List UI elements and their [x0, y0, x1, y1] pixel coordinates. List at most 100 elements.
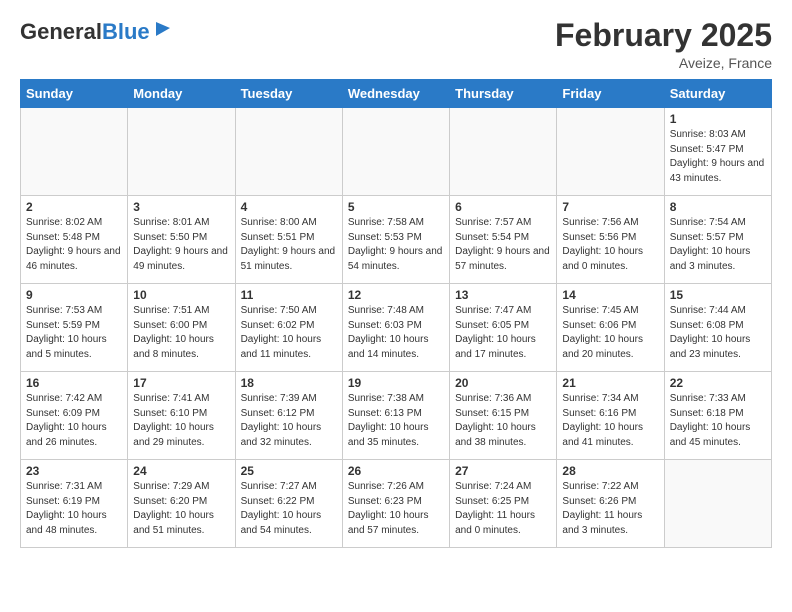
day-info: Sunrise: 7:54 AM Sunset: 5:57 PM Dayligh… [670, 216, 766, 274]
day-number: 22 [670, 376, 766, 390]
calendar-cell: 3 Sunrise: 8:01 AM Sunset: 5:50 PM Daylig… [128, 196, 235, 284]
day-number: 24 [133, 464, 229, 478]
day-number: 19 [348, 376, 444, 390]
calendar-cell [342, 108, 449, 196]
day-info: Sunrise: 8:03 AM Sunset: 5:47 PM Dayligh… [670, 128, 766, 186]
weekday-thursday: Thursday [450, 80, 557, 108]
day-number: 18 [241, 376, 337, 390]
calendar-cell: 27 Sunrise: 7:24 AM Sunset: 6:25 PM Dayli… [450, 460, 557, 548]
day-info: Sunrise: 7:31 AM Sunset: 6:19 PM Dayligh… [26, 480, 122, 538]
day-number: 11 [241, 288, 337, 302]
day-info: Sunrise: 7:47 AM Sunset: 6:05 PM Dayligh… [455, 304, 551, 362]
day-number: 4 [241, 200, 337, 214]
day-info: Sunrise: 7:53 AM Sunset: 5:59 PM Dayligh… [26, 304, 122, 362]
calendar-cell: 19 Sunrise: 7:38 AM Sunset: 6:13 PM Dayli… [342, 372, 449, 460]
calendar-cell: 22 Sunrise: 7:33 AM Sunset: 6:18 PM Dayli… [664, 372, 771, 460]
day-number: 17 [133, 376, 229, 390]
calendar-cell [450, 108, 557, 196]
day-number: 27 [455, 464, 551, 478]
day-number: 1 [670, 112, 766, 126]
logo-general: GeneralBlue [20, 21, 150, 43]
calendar-week-4: 23 Sunrise: 7:31 AM Sunset: 6:19 PM Dayli… [21, 460, 772, 548]
day-number: 12 [348, 288, 444, 302]
day-number: 13 [455, 288, 551, 302]
calendar-cell: 25 Sunrise: 7:27 AM Sunset: 6:22 PM Dayli… [235, 460, 342, 548]
day-number: 15 [670, 288, 766, 302]
day-info: Sunrise: 8:00 AM Sunset: 5:51 PM Dayligh… [241, 216, 337, 274]
day-number: 14 [562, 288, 658, 302]
day-number: 5 [348, 200, 444, 214]
calendar-cell: 13 Sunrise: 7:47 AM Sunset: 6:05 PM Dayli… [450, 284, 557, 372]
day-number: 2 [26, 200, 122, 214]
day-info: Sunrise: 7:38 AM Sunset: 6:13 PM Dayligh… [348, 392, 444, 450]
day-info: Sunrise: 7:36 AM Sunset: 6:15 PM Dayligh… [455, 392, 551, 450]
calendar-cell: 23 Sunrise: 7:31 AM Sunset: 6:19 PM Dayli… [21, 460, 128, 548]
calendar-cell: 4 Sunrise: 8:00 AM Sunset: 5:51 PM Daylig… [235, 196, 342, 284]
calendar-week-2: 9Sunrise: 7:53 AM Sunset: 5:59 PM Daylig… [21, 284, 772, 372]
day-number: 28 [562, 464, 658, 478]
day-info: Sunrise: 7:27 AM Sunset: 6:22 PM Dayligh… [241, 480, 337, 538]
day-number: 16 [26, 376, 122, 390]
calendar-cell: 14 Sunrise: 7:45 AM Sunset: 6:06 PM Dayli… [557, 284, 664, 372]
day-info: Sunrise: 7:24 AM Sunset: 6:25 PM Dayligh… [455, 480, 551, 538]
day-number: 23 [26, 464, 122, 478]
day-info: Sunrise: 7:58 AM Sunset: 5:53 PM Dayligh… [348, 216, 444, 274]
calendar-cell: 1 Sunrise: 8:03 AM Sunset: 5:47 PM Daylig… [664, 108, 771, 196]
day-info: Sunrise: 7:50 AM Sunset: 6:02 PM Dayligh… [241, 304, 337, 362]
day-info: Sunrise: 7:39 AM Sunset: 6:12 PM Dayligh… [241, 392, 337, 450]
calendar-cell [664, 460, 771, 548]
day-number: 3 [133, 200, 229, 214]
day-info: Sunrise: 7:56 AM Sunset: 5:56 PM Dayligh… [562, 216, 658, 274]
calendar-cell: 8 Sunrise: 7:54 AM Sunset: 5:57 PM Daylig… [664, 196, 771, 284]
day-info: Sunrise: 7:34 AM Sunset: 6:16 PM Dayligh… [562, 392, 658, 450]
day-number: 26 [348, 464, 444, 478]
day-number: 25 [241, 464, 337, 478]
calendar-cell: 11 Sunrise: 7:50 AM Sunset: 6:02 PM Dayli… [235, 284, 342, 372]
calendar-week-1: 2 Sunrise: 8:02 AM Sunset: 5:48 PM Daylig… [21, 196, 772, 284]
day-number: 10 [133, 288, 229, 302]
calendar-cell: 28 Sunrise: 7:22 AM Sunset: 6:26 PM Dayli… [557, 460, 664, 548]
calendar-cell: 15 Sunrise: 7:44 AM Sunset: 6:08 PM Dayli… [664, 284, 771, 372]
calendar-cell: 2 Sunrise: 8:02 AM Sunset: 5:48 PM Daylig… [21, 196, 128, 284]
calendar-cell: 16 Sunrise: 7:42 AM Sunset: 6:09 PM Dayli… [21, 372, 128, 460]
calendar-week-0: 1 Sunrise: 8:03 AM Sunset: 5:47 PM Daylig… [21, 108, 772, 196]
day-info: Sunrise: 7:57 AM Sunset: 5:54 PM Dayligh… [455, 216, 551, 274]
calendar-cell [557, 108, 664, 196]
calendar-cell: 26Sunrise: 7:26 AM Sunset: 6:23 PM Dayli… [342, 460, 449, 548]
day-number: 8 [670, 200, 766, 214]
calendar-cell: 21 Sunrise: 7:34 AM Sunset: 6:16 PM Dayli… [557, 372, 664, 460]
day-info: Sunrise: 8:02 AM Sunset: 5:48 PM Dayligh… [26, 216, 122, 274]
calendar-cell [128, 108, 235, 196]
weekday-sunday: Sunday [21, 80, 128, 108]
calendar-cell: 17 Sunrise: 7:41 AM Sunset: 6:10 PM Dayli… [128, 372, 235, 460]
day-number: 21 [562, 376, 658, 390]
day-info: Sunrise: 7:45 AM Sunset: 6:06 PM Dayligh… [562, 304, 658, 362]
day-info: Sunrise: 7:22 AM Sunset: 6:26 PM Dayligh… [562, 480, 658, 538]
day-info: Sunrise: 7:42 AM Sunset: 6:09 PM Dayligh… [26, 392, 122, 450]
calendar-cell: 24Sunrise: 7:29 AM Sunset: 6:20 PM Dayli… [128, 460, 235, 548]
page: GeneralBlue February 2025 Aveize, France… [0, 0, 792, 566]
day-info: Sunrise: 8:01 AM Sunset: 5:50 PM Dayligh… [133, 216, 229, 274]
day-info: Sunrise: 7:44 AM Sunset: 6:08 PM Dayligh… [670, 304, 766, 362]
logo: GeneralBlue [20, 18, 174, 45]
calendar-cell [235, 108, 342, 196]
day-number: 7 [562, 200, 658, 214]
calendar-cell: 5 Sunrise: 7:58 AM Sunset: 5:53 PM Daylig… [342, 196, 449, 284]
calendar-cell: 10 Sunrise: 7:51 AM Sunset: 6:00 PM Dayli… [128, 284, 235, 372]
calendar-cell: 20 Sunrise: 7:36 AM Sunset: 6:15 PM Dayli… [450, 372, 557, 460]
calendar-cell [21, 108, 128, 196]
day-info: Sunrise: 7:51 AM Sunset: 6:00 PM Dayligh… [133, 304, 229, 362]
weekday-monday: Monday [128, 80, 235, 108]
weekday-tuesday: Tuesday [235, 80, 342, 108]
month-title: February 2025 [555, 18, 772, 53]
day-info: Sunrise: 7:33 AM Sunset: 6:18 PM Dayligh… [670, 392, 766, 450]
weekday-header-row: SundayMondayTuesdayWednesdayThursdayFrid… [21, 80, 772, 108]
title-block: February 2025 Aveize, France [555, 18, 772, 71]
day-number: 20 [455, 376, 551, 390]
calendar-cell: 18 Sunrise: 7:39 AM Sunset: 6:12 PM Dayli… [235, 372, 342, 460]
calendar-cell: 12Sunrise: 7:48 AM Sunset: 6:03 PM Dayli… [342, 284, 449, 372]
calendar-week-3: 16 Sunrise: 7:42 AM Sunset: 6:09 PM Dayli… [21, 372, 772, 460]
calendar-table: SundayMondayTuesdayWednesdayThursdayFrid… [20, 79, 772, 548]
weekday-saturday: Saturday [664, 80, 771, 108]
day-info: Sunrise: 7:41 AM Sunset: 6:10 PM Dayligh… [133, 392, 229, 450]
